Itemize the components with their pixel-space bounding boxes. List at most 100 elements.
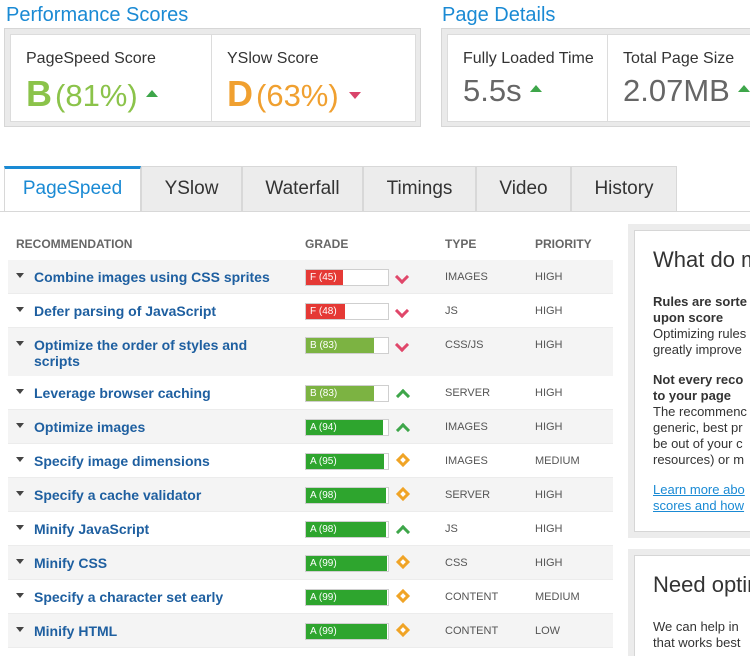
- tab-video[interactable]: Video: [476, 166, 571, 212]
- yslow-percent: (63%): [256, 78, 339, 113]
- sidebar-text: The recommenc: [653, 404, 747, 419]
- trend-up-icon: [529, 85, 542, 93]
- grade-label: A (98): [310, 524, 337, 535]
- column-header-recommendation: RECOMMENDATION: [16, 237, 133, 251]
- total-page-size-label: Total Page Size: [623, 50, 735, 67]
- expand-caret-icon[interactable]: [16, 457, 24, 462]
- table-row[interactable]: Specify image dimensions A (95) IMAGES MEDI…: [8, 444, 613, 478]
- sidebar-text: generic, best pr: [653, 420, 743, 435]
- recommendation-name[interactable]: Defer parsing of JavaScript: [34, 303, 294, 319]
- tab-timings[interactable]: Timings: [363, 166, 476, 212]
- type-cell: CONTENT: [445, 591, 499, 603]
- type-cell: JS: [445, 305, 458, 317]
- sidebar-text: Optimizing rules: [653, 326, 747, 341]
- expand-caret-icon[interactable]: [16, 559, 24, 564]
- table-row[interactable]: Minify JavaScript A (98) JS HIGH: [8, 512, 613, 546]
- priority-cell: MEDIUM: [535, 455, 580, 467]
- table-row[interactable]: Combine images using CSS sprites F (45) IM…: [8, 260, 613, 294]
- learn-more-link[interactable]: scores and how: [653, 498, 744, 514]
- yslow-grade: D: [227, 73, 253, 114]
- sidebar-title: What do m: [653, 247, 750, 272]
- expand-caret-icon[interactable]: [16, 627, 24, 632]
- recommendation-name[interactable]: Minify CSS: [34, 555, 294, 571]
- priority-cell: HIGH: [535, 271, 563, 283]
- table-row[interactable]: Optimize images A (94) IMAGES HIGH: [8, 410, 613, 444]
- yslow-score-card[interactable]: YSlow Score D (63%): [211, 34, 416, 122]
- fully-loaded-time-card[interactable]: Fully Loaded Time 5.5s: [447, 34, 608, 122]
- table-row[interactable]: Defer parsing of JavaScript F (48) JS HIGH: [8, 294, 613, 328]
- grade-bar: F (45): [305, 269, 389, 286]
- trend-up-icon: [145, 90, 158, 98]
- recommendation-name[interactable]: Leverage browser caching: [34, 385, 294, 401]
- fully-loaded-time-value: 5.5s: [463, 73, 542, 109]
- grade-label: B (83): [310, 340, 338, 351]
- pagespeed-percent: (81%): [55, 78, 138, 113]
- expand-caret-icon[interactable]: [16, 307, 24, 312]
- grade-label: A (99): [310, 558, 337, 569]
- table-row[interactable]: Minify HTML A (99) CONTENT LOW: [8, 614, 613, 648]
- need-optimization-panel: Need optir We can help in that works bes…: [634, 555, 750, 656]
- type-cell: JS: [445, 523, 458, 535]
- expand-caret-icon[interactable]: [16, 341, 24, 346]
- priority-cell: HIGH: [535, 557, 563, 569]
- column-header-priority: PRIORITY: [535, 237, 592, 251]
- expand-caret-icon[interactable]: [16, 525, 24, 530]
- yslow-score-value: D (63%): [227, 73, 361, 115]
- performance-scores-title: Performance Scores: [6, 4, 189, 26]
- pagespeed-score-value: B (81%): [26, 73, 158, 115]
- table-row[interactable]: Specify a character set early A (99) CONTE…: [8, 580, 613, 614]
- grade-label: F (45): [310, 272, 337, 283]
- no-change-icon: [395, 588, 412, 604]
- priority-cell: HIGH: [535, 421, 563, 433]
- recommendation-name[interactable]: Minify HTML: [34, 623, 294, 639]
- tab-pagespeed[interactable]: PageSpeed: [4, 166, 141, 212]
- tab-yslow[interactable]: YSlow: [141, 166, 242, 212]
- page-size: 2.07MB: [623, 73, 730, 108]
- sidebar-text: resources) or m: [653, 452, 745, 467]
- learn-more-link[interactable]: Learn more abo: [653, 482, 745, 498]
- recommendation-name[interactable]: Specify image dimensions: [34, 453, 294, 469]
- recommendation-name[interactable]: Specify a cache validator: [34, 487, 294, 503]
- fully-loaded-time-label: Fully Loaded Time: [463, 50, 594, 67]
- grade-label: B (83): [310, 388, 338, 399]
- type-cell: SERVER: [445, 489, 491, 501]
- trend-down-icon: [394, 269, 412, 285]
- grade-bar: A (98): [305, 487, 389, 504]
- grade-bar: F (48): [305, 303, 389, 320]
- type-cell: CSS/JS: [445, 339, 484, 351]
- pagespeed-grade: B: [26, 73, 52, 114]
- grade-label: F (48): [310, 306, 337, 317]
- tab-waterfall[interactable]: Waterfall: [242, 166, 363, 212]
- pagespeed-score-label: PageSpeed Score: [26, 50, 156, 67]
- grade-bar: A (98): [305, 521, 389, 538]
- recommendation-name[interactable]: Specify a character set early: [34, 589, 294, 605]
- sidebar-text: be out of your c: [653, 436, 743, 451]
- expand-caret-icon[interactable]: [16, 593, 24, 598]
- total-page-size-card[interactable]: Total Page Size 2.07MB: [607, 34, 750, 122]
- recommendation-name[interactable]: Optimize images: [34, 419, 294, 435]
- tab-divider: [0, 211, 750, 212]
- expand-caret-icon[interactable]: [16, 273, 24, 278]
- priority-cell: HIGH: [535, 339, 563, 351]
- type-cell: CSS: [445, 557, 468, 569]
- expand-caret-icon[interactable]: [16, 423, 24, 428]
- sidebar-text: greatly improve: [653, 342, 742, 357]
- expand-caret-icon[interactable]: [16, 491, 24, 496]
- pagespeed-score-card[interactable]: PageSpeed Score B (81%): [10, 34, 212, 122]
- table-row[interactable]: Optimize the order of styles and scripts…: [8, 328, 613, 378]
- column-header-type: TYPE: [445, 237, 477, 251]
- grade-bar: A (99): [305, 623, 389, 640]
- grade-label: A (95): [310, 456, 337, 467]
- grade-label: A (99): [310, 592, 337, 603]
- tab-history[interactable]: History: [571, 166, 677, 212]
- grade-label: A (98): [310, 490, 337, 501]
- performance-scores-panel: PageSpeed Score B (81%) YSlow Score D (63%…: [4, 28, 421, 127]
- table-row[interactable]: Minify CSS A (99) CSS HIGH: [8, 546, 613, 580]
- expand-caret-icon[interactable]: [16, 389, 24, 394]
- recommendation-name[interactable]: Minify JavaScript: [34, 521, 294, 537]
- recommendation-name[interactable]: Optimize the order of styles and scripts: [34, 337, 294, 369]
- recommendation-name[interactable]: Combine images using CSS sprites: [34, 269, 294, 285]
- table-row[interactable]: Specify a cache validator A (98) SERVER HIG…: [8, 478, 613, 512]
- table-row[interactable]: Leverage browser caching B (83) SERVER HIGH: [8, 376, 613, 410]
- trend-up-icon: [395, 522, 412, 540]
